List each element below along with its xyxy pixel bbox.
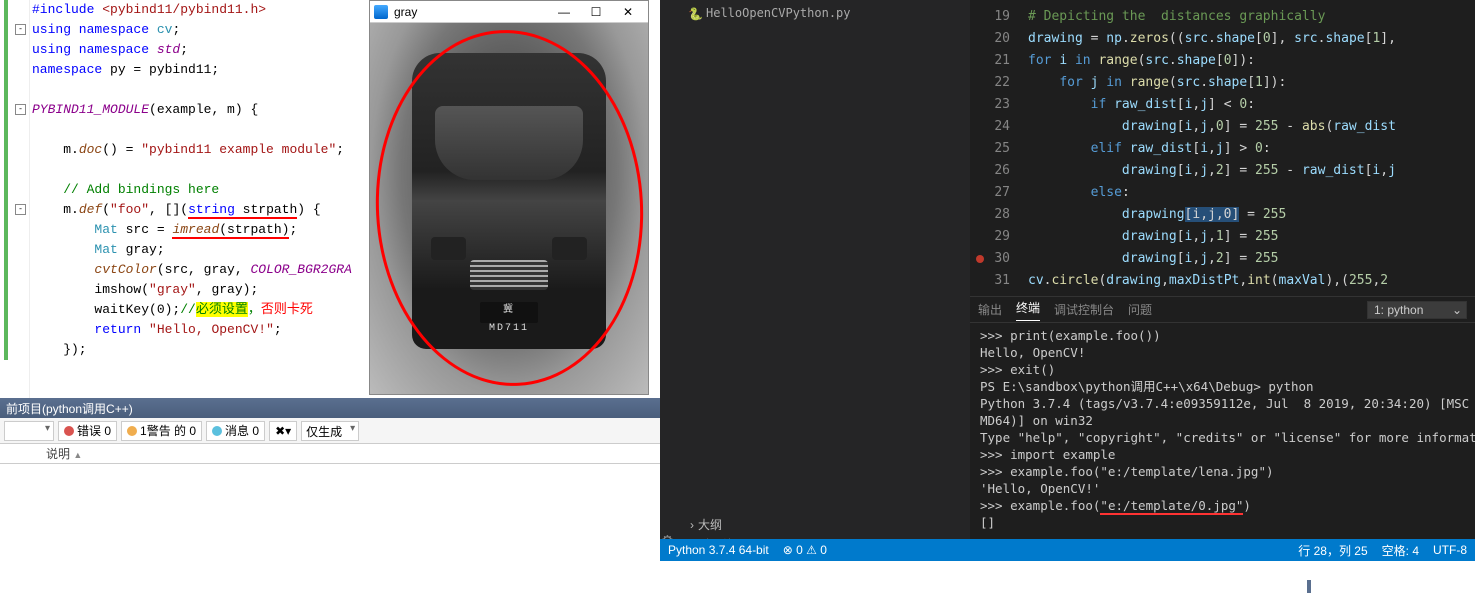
scope-dropdown[interactable] <box>4 421 54 441</box>
panel-title: 前项目(python调用C++) <box>0 398 660 418</box>
terminal-panel: 输出 终端 调试控制台 问题 1: python >>> print(examp… <box>970 296 1475 561</box>
errors-badge[interactable]: 错误 0 <box>58 421 117 441</box>
fold-icon[interactable]: - <box>15 24 26 35</box>
window-titlebar[interactable]: gray — ☐ ✕ <box>370 1 648 23</box>
window-title: gray <box>394 5 548 19</box>
python-icon: 🐍 <box>688 7 700 19</box>
vs-error-list-panel: 前项目(python调用C++) 错误 0 1警告 的 0 消息 0 ✖▾ 仅生… <box>0 398 660 498</box>
messages-badge[interactable]: 消息 0 <box>206 421 265 441</box>
vscode-sidebar: ⚙ › 大纲 › 时间线 <box>660 26 970 561</box>
terminal-selector[interactable]: 1: python <box>1367 301 1467 319</box>
status-spaces[interactable]: 空格: 4 <box>1382 542 1419 559</box>
vscode-tab[interactable]: 🐍 HelloOpenCVPython.py <box>660 0 970 26</box>
minimize-button[interactable]: — <box>548 5 580 19</box>
tab-output[interactable]: 输出 <box>978 301 1002 318</box>
vscode-window: 🐍 HelloOpenCVPython.py ⚙ › 大纲 › 时间线 19# … <box>660 0 1475 561</box>
outline-item[interactable]: › 大纲 <box>690 515 734 535</box>
status-encoding[interactable]: UTF-8 <box>1433 543 1467 557</box>
image-content: 冀 MD711 <box>370 23 648 394</box>
tab-debug-console[interactable]: 调试控制台 <box>1054 301 1114 318</box>
fold-icon[interactable]: - <box>15 104 26 115</box>
build-filter-icon[interactable]: ✖▾ <box>269 421 297 441</box>
terminal-tabs: 输出 终端 调试控制台 问题 1: python <box>970 297 1475 323</box>
vscode-editor[interactable]: 19# Depicting the distances graphically2… <box>970 0 1475 296</box>
vs-gutter: - - - <box>0 0 30 398</box>
error-toolbar: 错误 0 1警告 的 0 消息 0 ✖▾ 仅生成 <box>0 418 660 444</box>
tab-terminal[interactable]: 终端 <box>1016 299 1040 321</box>
vscode-statusbar: Python 3.7.4 64-bit ⊗ 0 ⚠ 0 行 28，列 25 空格… <box>660 539 1475 561</box>
tab-filename: HelloOpenCVPython.py <box>706 6 851 20</box>
build-dropdown[interactable]: 仅生成 <box>301 421 359 441</box>
status-problems[interactable]: ⊗ 0 ⚠ 0 <box>783 543 827 557</box>
warnings-badge[interactable]: 1警告 的 0 <box>121 421 202 441</box>
status-python[interactable]: Python 3.7.4 64-bit <box>668 543 769 557</box>
status-line[interactable]: 行 28，列 25 <box>1298 542 1367 559</box>
error-columns[interactable]: 说明 ▲ <box>0 444 660 464</box>
fold-icon[interactable]: - <box>15 204 26 215</box>
tab-problems[interactable]: 问题 <box>1128 301 1152 318</box>
car-body: 冀 MD711 <box>412 53 607 350</box>
opencv-image-window: gray — ☐ ✕ 冀 MD711 <box>369 0 649 395</box>
license-plate: 冀 MD711 <box>480 302 538 323</box>
maximize-button[interactable]: ☐ <box>580 5 612 19</box>
close-button[interactable]: ✕ <box>612 5 644 19</box>
app-icon <box>374 5 388 19</box>
terminal-body[interactable]: >>> print(example.foo())Hello, OpenCV!>>… <box>970 323 1475 535</box>
